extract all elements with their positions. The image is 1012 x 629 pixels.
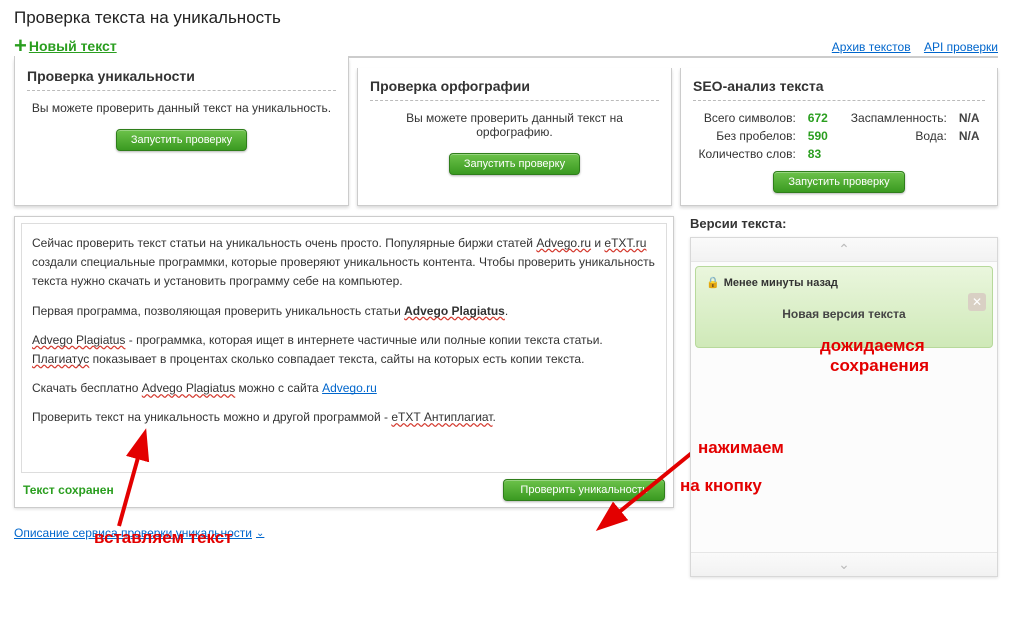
close-icon[interactable]: ✕ <box>968 293 986 311</box>
chevron-up-icon: ⌃ <box>838 241 850 258</box>
versions-box: ⌃ 🔒 Менее минуты назад Новая версия текст… <box>690 237 998 577</box>
tab-uniqueness-desc: Вы можете проверить данный текст на уник… <box>27 101 336 115</box>
chevron-down-icon: ⌄ <box>256 528 264 539</box>
chevron-down-icon: ⌄ <box>838 556 850 573</box>
scroll-up-button[interactable]: ⌃ <box>691 238 997 262</box>
text-editor[interactable]: Сейчас проверить текст статьи на уникаль… <box>21 223 667 473</box>
seo-total-value: 672 <box>808 111 834 125</box>
tab-spelling-title: Проверка орфографии <box>370 78 659 101</box>
tab-spelling-desc: Вы можете проверить данный текст на орфо… <box>370 111 659 139</box>
toolbar: + Новый текст Архив текстов API проверки <box>14 38 998 58</box>
seo-nospaces-value: 590 <box>808 129 834 143</box>
version-item[interactable]: 🔒Менее минуты назад Новая версия текста … <box>695 266 993 348</box>
tabs: Проверка уникальности Вы можете проверит… <box>14 58 998 206</box>
editor-column: Сейчас проверить текст статьи на уникаль… <box>14 216 674 577</box>
editor-paragraph: Скачать бесплатно Advego Plagiatus можно… <box>32 379 656 398</box>
plus-icon: + <box>14 39 27 53</box>
editor-paragraph: Первая программа, позволяющая проверить … <box>32 302 656 321</box>
tab-uniqueness[interactable]: Проверка уникальности Вы можете проверит… <box>14 58 349 206</box>
seo-words-label: Количество слов: <box>693 147 796 161</box>
run-seo-button[interactable]: Запустить проверку <box>773 171 904 193</box>
new-text-button[interactable]: + Новый текст <box>14 38 117 54</box>
editor-paragraph: Сейчас проверить текст статьи на уникаль… <box>32 234 656 292</box>
versions-title: Версии текста: <box>690 216 998 231</box>
run-uniqueness-button[interactable]: Запустить проверку <box>116 129 247 151</box>
archive-link[interactable]: Архив текстов <box>832 40 911 54</box>
editor-footer: Текст сохранен Проверить уникальность <box>21 479 667 501</box>
api-link[interactable]: API проверки <box>924 40 998 54</box>
seo-total-label: Всего символов: <box>693 111 796 125</box>
editor-frame: Сейчас проверить текст статьи на уникаль… <box>14 216 674 508</box>
seo-nospaces-label: Без пробелов: <box>693 129 796 143</box>
scroll-down-button[interactable]: ⌄ <box>691 552 997 576</box>
tab-seo[interactable]: SEO-анализ текста Всего символов: 672 За… <box>680 68 998 206</box>
service-description-link[interactable]: Описание сервиса проверки уникальности ⌄ <box>14 526 264 540</box>
seo-words-value: 83 <box>808 147 834 161</box>
editor-paragraph: Advego Plagiatus - программка, которая и… <box>32 331 656 369</box>
lock-icon: 🔒 <box>706 277 720 289</box>
seo-spam-value: N/A <box>959 111 985 125</box>
editor-paragraph: Проверить текст на уникальность можно и … <box>32 408 656 427</box>
service-description-label: Описание сервиса проверки уникальности <box>14 526 252 540</box>
versions-column: Версии текста: ⌃ 🔒 Менее минуты назад Нов… <box>690 216 998 577</box>
seo-water-label: Вода: <box>845 129 947 143</box>
tab-uniqueness-title: Проверка уникальности <box>27 68 336 91</box>
seo-water-value: N/A <box>959 129 985 143</box>
run-spelling-button[interactable]: Запустить проверку <box>449 153 580 175</box>
check-uniqueness-button[interactable]: Проверить уникальность <box>503 479 665 501</box>
top-links: Архив текстов API проверки <box>822 40 998 54</box>
page-title: Проверка текста на уникальность <box>14 8 998 28</box>
tab-seo-title: SEO-анализ текста <box>693 78 985 101</box>
seo-spam-label: Заспамленность: <box>845 111 947 125</box>
seo-stats: Всего символов: 672 Заспамленность: N/A … <box>693 111 985 161</box>
new-text-label: Новый текст <box>29 38 117 54</box>
version-label: Новая версия текста <box>706 307 982 321</box>
tab-spelling[interactable]: Проверка орфографии Вы можете проверить … <box>357 68 672 206</box>
version-time: Менее минуты назад <box>724 277 838 289</box>
saved-label: Текст сохранен <box>23 483 114 497</box>
